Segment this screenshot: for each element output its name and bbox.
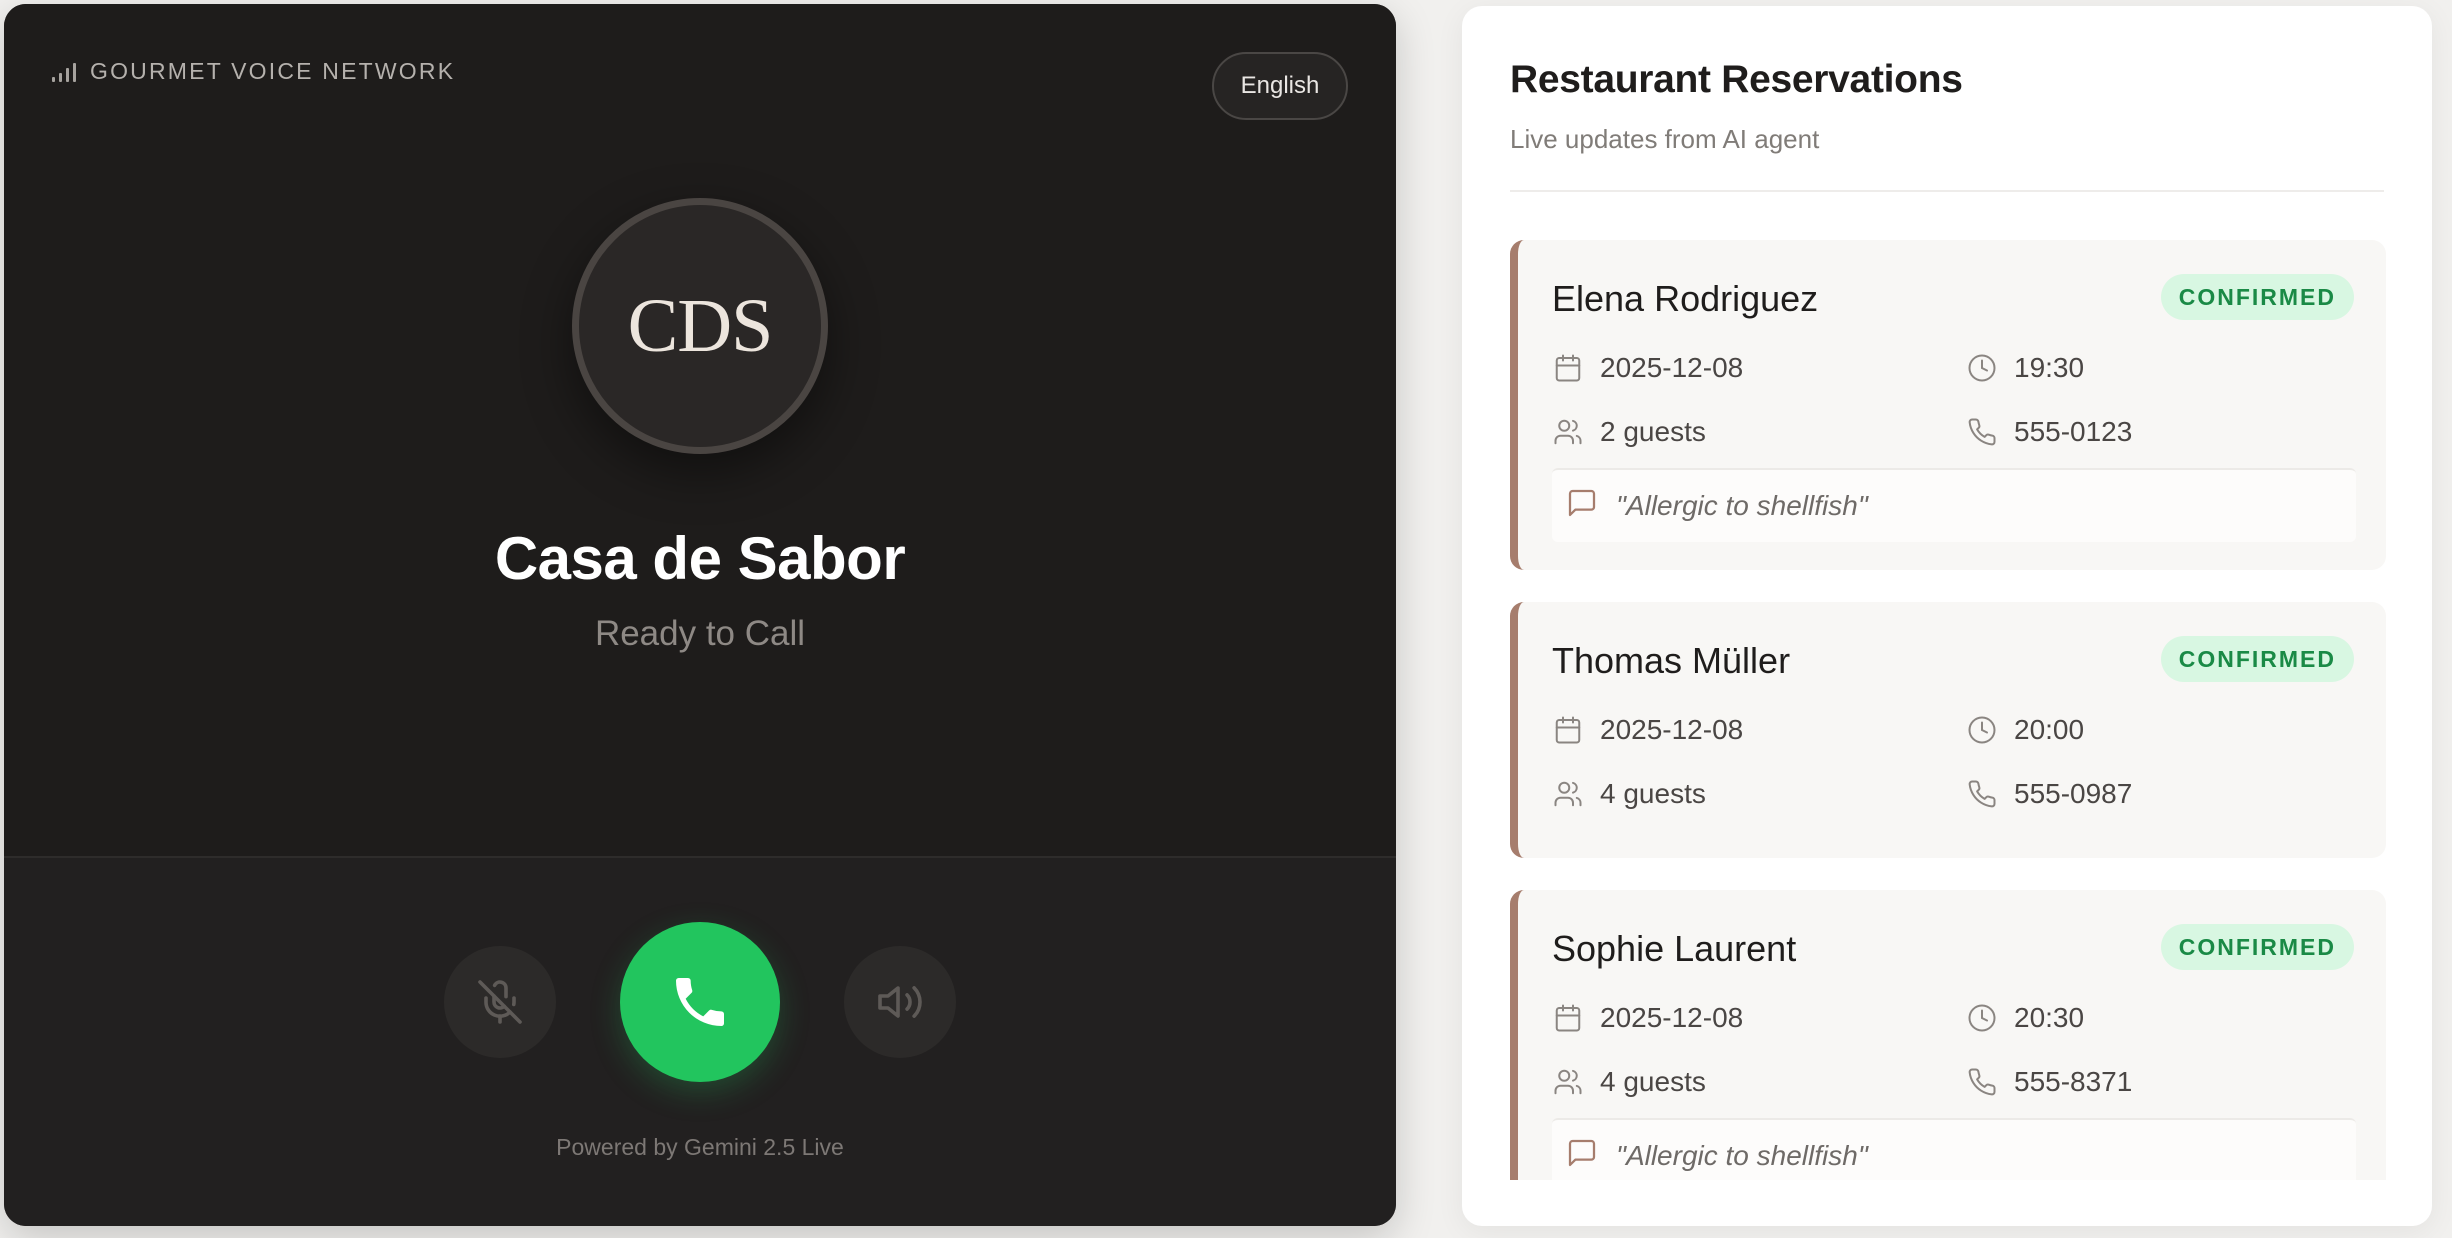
calendar-icon — [1552, 1002, 1584, 1034]
message-icon — [1566, 1137, 1598, 1176]
note-text: "Allergic to shellfish" — [1616, 490, 1868, 521]
reservations-subtitle: Live updates from AI agent — [1510, 124, 1820, 154]
signal-bars-icon — [52, 60, 76, 82]
time-value: 20:00 — [2014, 714, 2085, 745]
restaurant-name: Casa de Sabor — [494, 525, 906, 592]
date-value: 2025-12-08 — [1600, 352, 1744, 383]
clock-icon — [1966, 1002, 1998, 1034]
guests-field: 4 guests — [1552, 1064, 1706, 1100]
clock-icon — [1966, 352, 1998, 384]
reservation-list[interactable]: Elena Rodriguez CONFIRMED 2025-12-08 19:… — [1510, 240, 2386, 1180]
time-field: 20:30 — [1966, 1000, 2084, 1036]
users-icon — [1552, 778, 1584, 810]
note: "Allergic to shellfish" — [1552, 1118, 2356, 1180]
status-badge: CONFIRMED — [2160, 924, 2354, 970]
note-text: "Allergic to shellfish" — [1616, 1140, 1868, 1171]
note: "Allergic to shellfish" — [1552, 468, 2356, 542]
guest-name: Thomas Müller — [1552, 640, 1791, 681]
status-badge: CONFIRMED — [2160, 274, 2354, 320]
speaker-button[interactable] — [844, 946, 956, 1058]
date-value: 2025-12-08 — [1600, 1002, 1744, 1033]
avatar-initials: CDS — [627, 283, 774, 368]
guest-name: Sophie Laurent — [1552, 928, 1797, 969]
guests-field: 2 guests — [1552, 414, 1706, 450]
reservation-card[interactable]: Thomas Müller CONFIRMED 2025-12-08 20:00… — [1510, 602, 2386, 858]
guests-value: 2 guests — [1600, 416, 1706, 447]
users-icon — [1552, 416, 1584, 448]
guests-value: 4 guests — [1600, 1066, 1706, 1097]
voice-call-panel: GOURMET VOICE NETWORK English CDS Casa d… — [4, 4, 1396, 1226]
message-icon — [1566, 487, 1598, 526]
divider — [1510, 190, 2384, 192]
speaker-icon — [878, 986, 922, 1018]
reservations-panel: Restaurant Reservations Live updates fro… — [1462, 6, 2432, 1226]
powered-by: Powered by Gemini 2.5 Live — [556, 1134, 844, 1160]
phone-value: 555-0987 — [2014, 778, 2133, 809]
phone-value: 555-0123 — [2014, 416, 2133, 447]
guest-name: Elena Rodriguez — [1552, 278, 1819, 319]
phone-field: 555-0123 — [1966, 414, 2132, 450]
clock-icon — [1966, 714, 1998, 746]
phone-field: 555-0987 — [1966, 776, 2132, 812]
phone-value: 555-8371 — [2014, 1066, 2133, 1097]
reservation-card[interactable]: Sophie Laurent CONFIRMED 2025-12-08 20:3… — [1510, 890, 2386, 1180]
phone-icon — [676, 978, 724, 1026]
phone-icon — [1966, 1066, 1998, 1098]
call-status: Ready to Call — [594, 614, 806, 653]
status-badge: CONFIRMED — [2160, 636, 2354, 682]
users-icon — [1552, 1066, 1584, 1098]
mute-button[interactable] — [444, 946, 556, 1058]
brand: GOURMET VOICE NETWORK — [52, 56, 455, 86]
time-value: 19:30 — [2014, 352, 2085, 383]
guests-field: 4 guests — [1552, 776, 1706, 812]
date-value: 2025-12-08 — [1600, 714, 1744, 745]
date-field: 2025-12-08 — [1552, 1000, 1743, 1036]
phone-field: 555-8371 — [1966, 1064, 2132, 1100]
phone-icon — [1966, 778, 1998, 810]
date-field: 2025-12-08 — [1552, 712, 1743, 748]
language-button[interactable]: English — [1212, 52, 1348, 120]
mic-off-icon — [478, 980, 522, 1024]
phone-icon — [1966, 416, 1998, 448]
reservation-card[interactable]: Elena Rodriguez CONFIRMED 2025-12-08 19:… — [1510, 240, 2386, 570]
calendar-icon — [1552, 714, 1584, 746]
time-field: 20:00 — [1966, 712, 2084, 748]
time-value: 20:30 — [2014, 1002, 2085, 1033]
guests-value: 4 guests — [1600, 778, 1706, 809]
reservations-title: Restaurant Reservations — [1510, 58, 1963, 101]
brand-name: GOURMET VOICE NETWORK — [90, 57, 456, 84]
restaurant-avatar: CDS — [572, 198, 828, 454]
time-field: 19:30 — [1966, 350, 2084, 386]
date-field: 2025-12-08 — [1552, 350, 1743, 386]
calendar-icon — [1552, 352, 1584, 384]
start-call-button[interactable] — [620, 922, 780, 1082]
